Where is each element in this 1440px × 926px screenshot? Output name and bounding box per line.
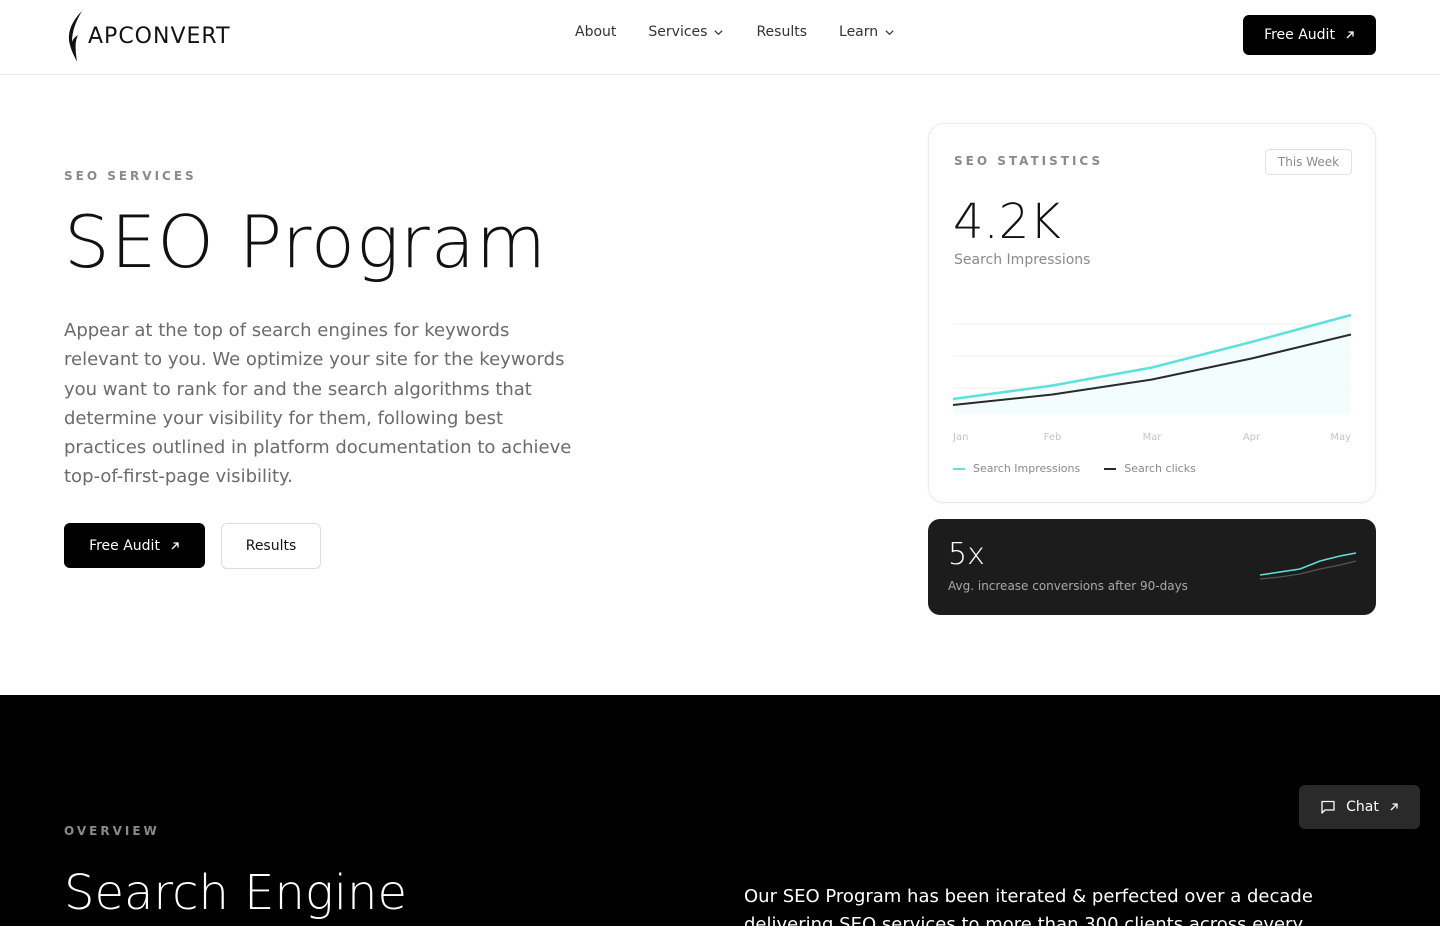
arrow-up-right-icon — [171, 541, 179, 549]
conversion-value: 5x — [948, 537, 985, 572]
nav-item-services[interactable]: Services — [648, 24, 724, 40]
conversion-label: Avg. increase conversions after 90-days — [948, 579, 1188, 593]
sparkline — [1259, 552, 1357, 580]
page-title: SEO Program — [64, 200, 548, 284]
legend-item: Search Impressions — [953, 462, 1080, 475]
nav-item-label: Results — [756, 24, 808, 40]
legend-label: Search Impressions — [973, 462, 1081, 475]
arrow-up-right-icon — [1390, 803, 1398, 811]
x-tick-label: Apr — [1243, 432, 1261, 443]
period-selector[interactable]: This Week — [1265, 149, 1352, 175]
nav-item-about[interactable]: About — [575, 24, 616, 40]
seo-statistics-card: SEO STATISTICS This Week 4.2K Search Imp… — [928, 123, 1376, 503]
button-label: Free Audit — [1264, 27, 1335, 43]
x-tick-label: Feb — [1044, 432, 1062, 443]
legend-swatch — [953, 467, 965, 470]
overview-title: Search Engine — [64, 865, 408, 921]
chart-legend: Search Impressions Search clicks — [953, 462, 1196, 475]
hero-eyebrow: SEO SERVICES — [64, 169, 197, 183]
chevron-down-icon — [885, 29, 894, 35]
button-label: Free Audit — [89, 537, 160, 554]
chevron-down-icon — [714, 29, 724, 35]
nav-item-learn[interactable]: Learn — [839, 24, 895, 40]
nav-item-label: Learn — [839, 24, 879, 40]
hero-description: Appear at the top of search engines for … — [64, 320, 572, 488]
overview-text: Our SEO Program has been iterated & perf… — [744, 886, 1313, 926]
card-label: SEO STATISTICS — [954, 154, 1104, 168]
x-tick-label: Jan — [952, 432, 968, 443]
legend-swatch — [1104, 467, 1117, 470]
hero-actions: Free Audit Results — [64, 523, 321, 569]
logo[interactable]: APCONVERT — [64, 8, 231, 64]
nav-item-label: Services — [648, 24, 708, 40]
main-nav: About Services Results Learn — [575, 24, 895, 40]
chat-button[interactable]: Chat — [1299, 785, 1420, 829]
x-tick-label: Mar — [1143, 432, 1163, 443]
impressions-label: Search Impressions — [954, 252, 1091, 268]
site-header: APCONVERT About Services Results Learn F… — [0, 0, 1440, 75]
message-square-icon — [1321, 800, 1335, 814]
nav-item-results[interactable]: Results — [756, 24, 807, 40]
button-label: Results — [245, 538, 297, 554]
arrow-up-right-icon — [1346, 31, 1354, 39]
chat-label: Chat — [1346, 799, 1379, 815]
logo-text: APCONVERT — [88, 23, 231, 49]
x-tick-label: May — [1330, 432, 1351, 443]
logo-mark-icon — [68, 11, 82, 62]
results-button[interactable]: Results — [221, 523, 321, 569]
impressions-chart: Jan Feb Mar Apr May — [952, 313, 1352, 443]
overview-eyebrow: OVERVIEW — [64, 824, 160, 838]
impressions-value: 4.2K — [953, 194, 1061, 250]
overview-section: OVERVIEW Search Engine Our SEO Program h… — [0, 695, 1440, 926]
conversion-card: 5x Avg. increase conversions after 90-da… — [928, 519, 1376, 615]
nav-item-label: About — [575, 24, 617, 40]
free-audit-button[interactable]: Free Audit — [64, 523, 205, 568]
legend-item: Search clicks — [1104, 462, 1196, 475]
header-free-audit-button[interactable]: Free Audit — [1243, 15, 1376, 55]
legend-label: Search clicks — [1124, 462, 1196, 475]
sparkline-secondary — [1259, 560, 1357, 580]
